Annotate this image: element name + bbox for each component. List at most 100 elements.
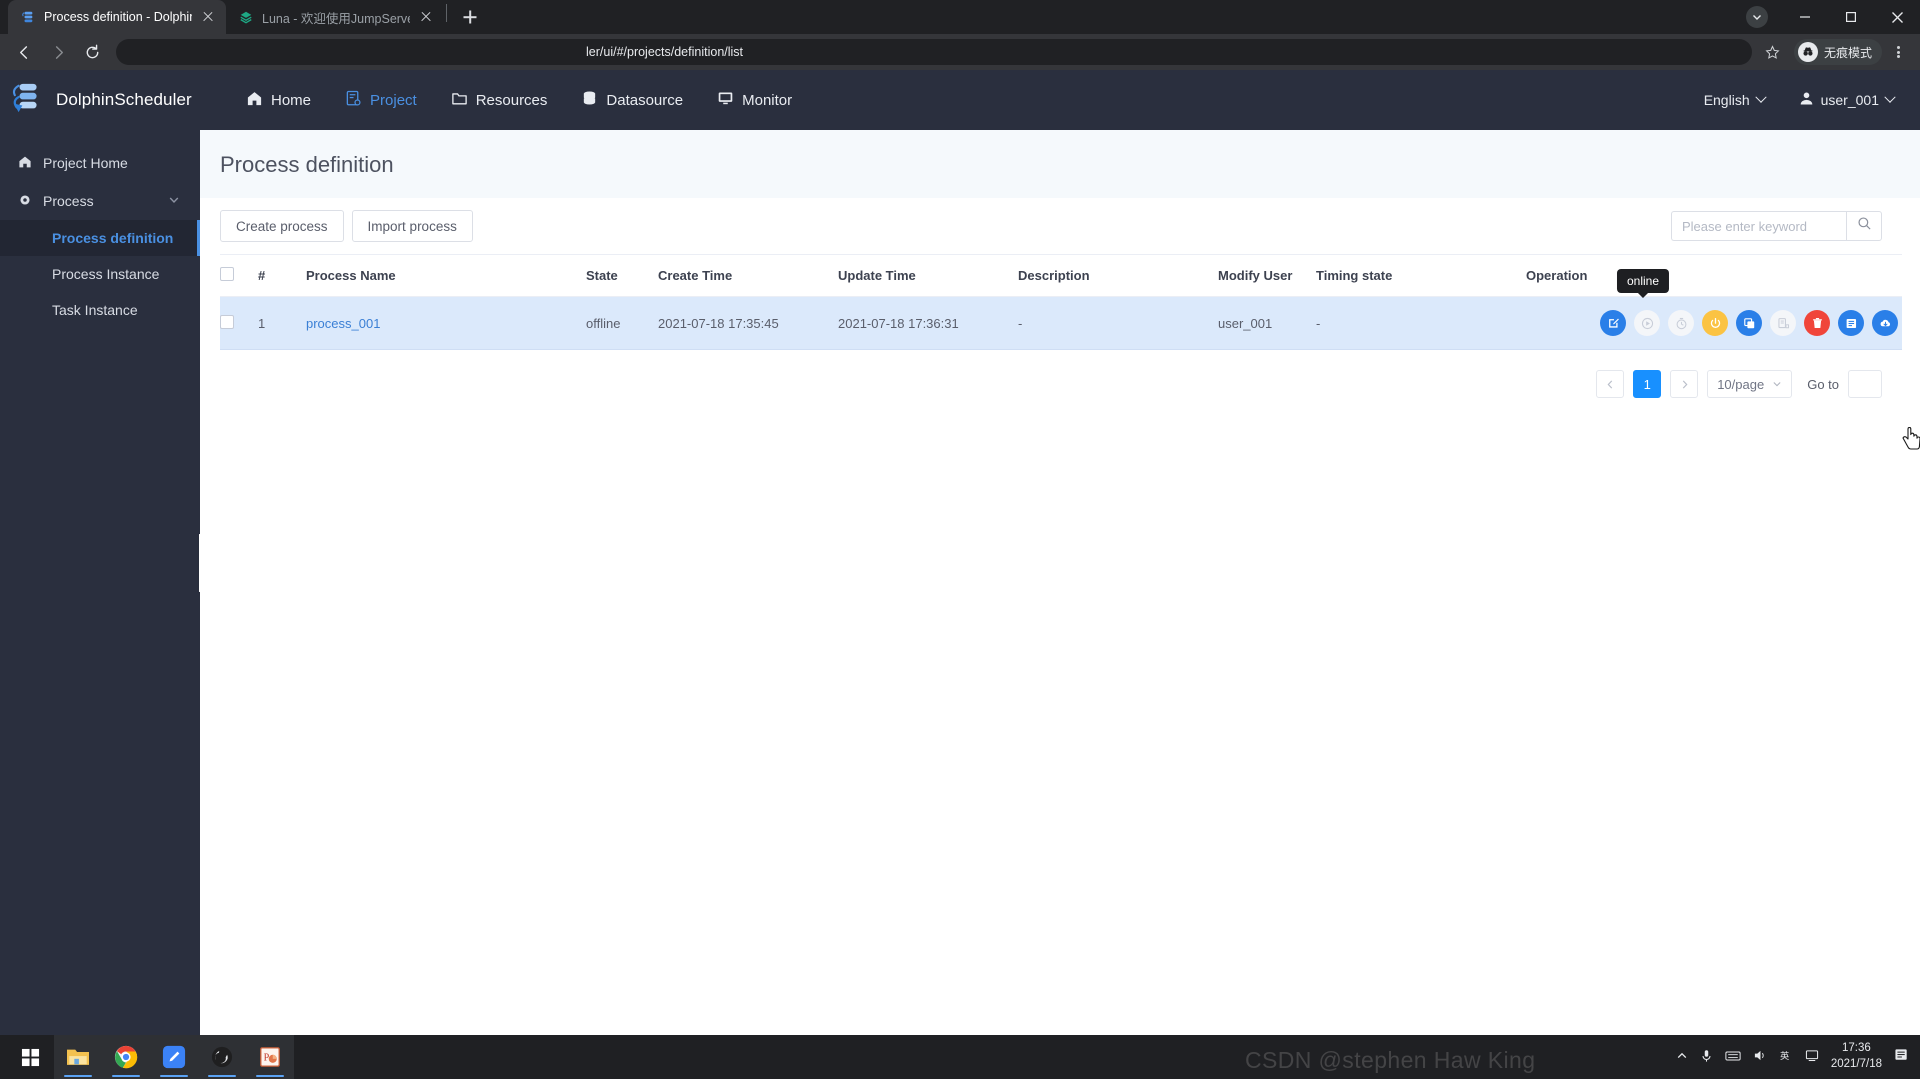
tree-view-icon[interactable] — [1838, 310, 1864, 336]
app-brand[interactable]: DolphinScheduler — [10, 81, 200, 120]
search-input[interactable] — [1671, 211, 1846, 241]
pagination-prev[interactable] — [1596, 370, 1624, 398]
sidebar-item-task-instance[interactable]: Task Instance — [0, 292, 200, 328]
app-nav: Home Project — [246, 90, 792, 111]
nav-item-resources[interactable]: Resources — [451, 90, 548, 111]
chevron-left-icon — [1606, 377, 1615, 392]
col-index: # — [258, 255, 306, 297]
incognito-icon — [1798, 42, 1818, 62]
jumpserver-icon — [238, 9, 254, 25]
volume-icon[interactable] — [1753, 1049, 1767, 1065]
profile-chip-icon[interactable] — [1746, 6, 1768, 28]
close-icon[interactable] — [418, 9, 434, 25]
col-update-time: Update Time — [838, 255, 1018, 297]
sidebar-item-project-home[interactable]: Project Home — [0, 144, 200, 182]
new-tab-button[interactable] — [456, 3, 484, 31]
online-icon[interactable] — [1702, 310, 1728, 336]
chevron-up-icon[interactable] — [1676, 1050, 1688, 1065]
window-controls — [1746, 0, 1920, 34]
edit-icon[interactable] — [1600, 310, 1626, 336]
table-body: 1 process_001 offline 2021-07-18 17:35:4… — [220, 297, 1902, 350]
browser-toolbar: ler/ui/#/projects/definition/list 无痕模式 — [0, 34, 1920, 70]
powerpoint-icon[interactable]: P — [246, 1035, 294, 1079]
keyboard-icon[interactable] — [1725, 1050, 1741, 1065]
folder-icon — [451, 90, 468, 111]
minimize-icon[interactable] — [1782, 0, 1828, 34]
language-selector[interactable]: English — [1704, 92, 1765, 108]
table-row[interactable]: 1 process_001 offline 2021-07-18 17:35:4… — [220, 297, 1902, 350]
page-size-select[interactable]: 10/page — [1707, 370, 1792, 398]
nav-item-home[interactable]: Home — [246, 90, 311, 111]
reload-icon[interactable] — [76, 36, 108, 68]
obs-icon[interactable] — [198, 1035, 246, 1079]
cell-index: 1 — [258, 297, 306, 350]
project-icon — [345, 90, 362, 111]
download-icon[interactable] — [1872, 310, 1898, 336]
process-name-link[interactable]: process_001 — [306, 316, 380, 331]
pagination: 1 10/page Go to — [200, 350, 1920, 398]
tooltip-online: online — [1617, 269, 1669, 293]
sidebar-subitem-label: Process Instance — [52, 266, 159, 282]
avatar — [1799, 91, 1814, 109]
content-card: Process definition Create process Import… — [200, 130, 1920, 398]
editor-icon[interactable] — [150, 1035, 198, 1079]
sidebar-item-process[interactable]: Process — [0, 182, 200, 220]
col-operation: Operation — [1526, 255, 1902, 297]
pagination-page-1[interactable]: 1 — [1633, 370, 1661, 398]
browser-tab-1[interactable]: Luna - 欢迎使用JumpServer开 — [226, 0, 444, 34]
pagination-next[interactable] — [1670, 370, 1698, 398]
cell-description: - — [1018, 297, 1218, 350]
chevron-down-icon — [1755, 92, 1766, 103]
chevron-right-icon — [1680, 377, 1689, 392]
arrow-left-icon[interactable] — [8, 36, 40, 68]
microphone-icon[interactable] — [1700, 1049, 1713, 1066]
sidebar-item-process-definition[interactable]: Process definition — [0, 220, 200, 256]
sidebar-item-label: Process — [43, 193, 94, 209]
database-icon — [581, 90, 598, 111]
search-button[interactable] — [1846, 211, 1882, 241]
select-all-checkbox[interactable] — [220, 267, 234, 281]
user-menu[interactable]: user_001 — [1799, 91, 1894, 109]
browser-tab-0[interactable]: Process definition - DolphinSc — [8, 0, 226, 34]
nav-label: Datasource — [606, 92, 683, 109]
timing-icon[interactable] — [1668, 310, 1694, 336]
nav-item-monitor[interactable]: Monitor — [717, 90, 792, 111]
sidebar-item-label: Project Home — [43, 155, 128, 171]
ime-icon[interactable]: 英 — [1779, 1049, 1793, 1065]
page-viewport: DolphinScheduler Home — [0, 70, 1920, 1035]
windows-start-icon[interactable] — [6, 1035, 54, 1079]
toolbar: Create process Import process — [200, 198, 1920, 254]
import-process-button[interactable]: Import process — [352, 210, 473, 242]
delete-icon[interactable] — [1804, 310, 1830, 336]
browser-tabstrip: Process definition - DolphinSc Luna - 欢迎… — [0, 0, 1920, 34]
copy-icon[interactable] — [1736, 310, 1762, 336]
export-icon[interactable] — [1770, 310, 1796, 336]
nav-label: Resources — [476, 92, 548, 109]
nav-item-datasource[interactable]: Datasource — [581, 90, 683, 111]
start-icon[interactable] — [1634, 310, 1660, 336]
create-process-button[interactable]: Create process — [220, 210, 344, 242]
maximize-icon[interactable] — [1828, 0, 1874, 34]
sidebar-subitem-label: Task Instance — [52, 302, 138, 318]
taskbar-clock[interactable]: 17:36 2021/7/18 — [1831, 1041, 1882, 1072]
main-content: Process definition Create process Import… — [200, 130, 1920, 1035]
cell-process-name: process_001 — [306, 297, 586, 350]
kebab-menu-icon[interactable] — [1884, 37, 1912, 67]
arrow-right-icon[interactable] — [42, 36, 74, 68]
row-checkbox[interactable] — [220, 315, 234, 329]
incognito-indicator[interactable]: 无痕模式 — [1794, 39, 1882, 65]
notification-icon[interactable] — [1894, 1048, 1910, 1066]
sidebar-item-process-instance[interactable]: Process Instance — [0, 256, 200, 292]
network-icon[interactable] — [1805, 1049, 1819, 1065]
cell-update-time: 2021-07-18 17:36:31 — [838, 297, 1018, 350]
search-area — [1671, 211, 1920, 241]
nav-item-project[interactable]: Project — [345, 90, 417, 111]
close-icon[interactable] — [1874, 0, 1920, 34]
dolphinscheduler-logo-icon — [10, 81, 48, 120]
bookmark-star-icon[interactable] — [1758, 37, 1788, 67]
goto-input[interactable] — [1848, 370, 1882, 398]
address-bar[interactable]: ler/ui/#/projects/definition/list — [116, 39, 1752, 65]
chrome-icon[interactable] — [102, 1035, 150, 1079]
file-explorer-icon[interactable] — [54, 1035, 102, 1079]
close-icon[interactable] — [200, 9, 216, 25]
